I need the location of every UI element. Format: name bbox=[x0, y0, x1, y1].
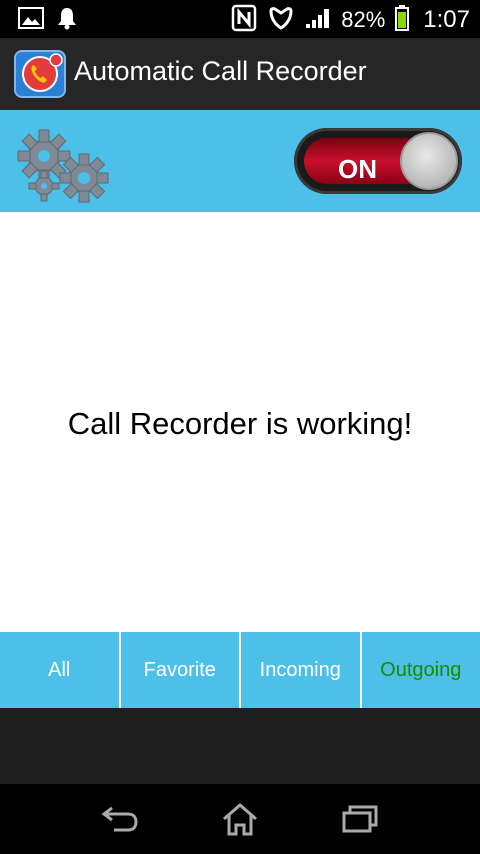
status-bar: 82% 1:07 bbox=[0, 0, 480, 38]
nfc-icon bbox=[231, 4, 257, 36]
bottom-panel bbox=[0, 708, 480, 784]
gears-icon[interactable] bbox=[14, 126, 112, 204]
tab-incoming[interactable]: Incoming bbox=[239, 632, 360, 708]
status-left bbox=[18, 6, 78, 34]
navigation-bar bbox=[0, 784, 480, 854]
status-message: Call Recorder is working! bbox=[67, 406, 413, 441]
status-right: 82% 1:07 bbox=[231, 4, 470, 36]
battery-percent: 82% bbox=[341, 7, 386, 32]
signal-icon bbox=[305, 6, 331, 34]
control-band: ON bbox=[0, 110, 480, 212]
toggle-label: ON bbox=[338, 154, 377, 184]
gallery-icon bbox=[18, 6, 44, 34]
tab-favorite[interactable]: Favorite bbox=[118, 632, 240, 708]
sync-icon bbox=[267, 5, 295, 35]
back-icon[interactable] bbox=[96, 798, 144, 840]
recording-toggle[interactable]: ON bbox=[294, 128, 462, 194]
home-icon[interactable] bbox=[216, 798, 264, 840]
action-bar: Automatic Call Recorder bbox=[0, 38, 480, 110]
tab-bar: All Favorite Incoming Outgoing bbox=[0, 632, 480, 708]
clock: 1:07 bbox=[423, 6, 470, 33]
recent-apps-icon[interactable] bbox=[336, 798, 384, 840]
app-title: Automatic Call Recorder bbox=[74, 56, 367, 86]
tab-outgoing[interactable]: Outgoing bbox=[359, 632, 480, 708]
main-content: Call Recorder is working! bbox=[0, 212, 480, 632]
call-recorder-app-icon bbox=[14, 50, 66, 98]
tab-all[interactable]: All bbox=[0, 632, 119, 708]
battery-icon bbox=[395, 5, 410, 35]
toggle-knob[interactable] bbox=[400, 132, 458, 190]
notification-bell-icon bbox=[56, 6, 78, 34]
